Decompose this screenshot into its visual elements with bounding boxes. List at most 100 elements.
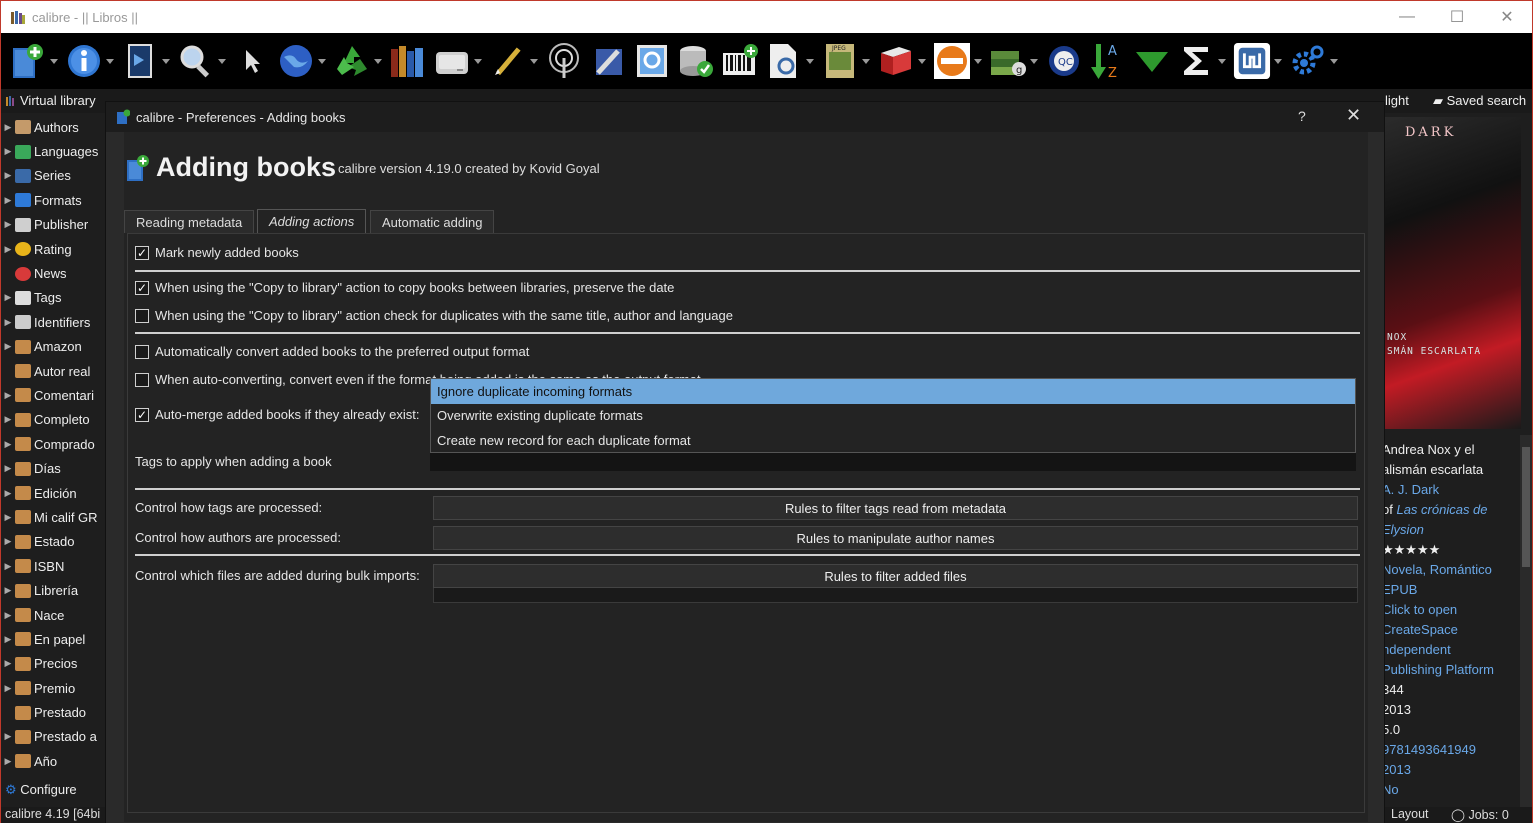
book-detail-line[interactable]: A. J. Dark <box>1385 481 1439 499</box>
preserve-date-option[interactable]: ✓ When using the "Copy to library" actio… <box>135 280 674 295</box>
connect-button[interactable] <box>1233 36 1283 86</box>
epub-menu-arrow[interactable] <box>861 56 871 66</box>
book-detail-line[interactable]: Elysion <box>1385 521 1424 539</box>
expand-arrow-icon[interactable]: ▶ <box>1 561 15 572</box>
book-detail-line[interactable]: 9781493641949 <box>1385 741 1476 759</box>
tag-browser-item[interactable]: ▶ Edición <box>1 481 104 505</box>
expand-arrow-icon[interactable]: ▶ <box>1 244 15 255</box>
tag-browser-item[interactable]: ▶ Prestado a <box>1 725 104 749</box>
auto-convert-checkbox[interactable] <box>135 344 149 359</box>
details-scrollbar[interactable] <box>1520 435 1532 807</box>
epub-button[interactable]: JPEG <box>821 36 871 86</box>
check-duplicates-option[interactable]: When using the "Copy to library" action … <box>135 308 733 323</box>
book-detail-line[interactable]: ndependent <box>1385 641 1451 659</box>
expand-arrow-icon[interactable]: ▶ <box>1 341 15 352</box>
quality-check-button[interactable]: QC <box>1045 36 1083 86</box>
bookshelf-button[interactable] <box>877 36 927 86</box>
tag-browser-item[interactable]: ▶ Comentari <box>1 383 104 407</box>
help-button[interactable]: ? <box>1298 108 1306 124</box>
details-scroll-thumb[interactable] <box>1522 447 1530 567</box>
tag-browser-item[interactable]: ▶ Authors <box>1 115 104 139</box>
tab-adding-actions[interactable]: Adding actions <box>257 209 367 233</box>
choose-library-menu-arrow[interactable] <box>317 56 327 66</box>
rating-menu-arrow[interactable] <box>973 56 983 66</box>
device-button[interactable] <box>433 36 483 86</box>
check-duplicates-checkbox[interactable] <box>135 308 149 323</box>
book-detail-line[interactable]: No <box>1385 781 1399 799</box>
tag-browser-item[interactable]: ▶ Tags <box>1 286 104 310</box>
expand-arrow-icon[interactable]: ▶ <box>1 292 15 303</box>
expand-arrow-icon[interactable]: ▶ <box>1 731 15 742</box>
choose-library-button[interactable] <box>277 36 327 86</box>
filter-tags-rules-button[interactable]: Rules to filter tags read from metadata <box>433 496 1358 520</box>
view-menu-arrow[interactable] <box>217 56 227 66</box>
sort-button[interactable]: AZ <box>1089 36 1127 86</box>
tag-browser-item[interactable]: ▶ Languages <box>1 139 104 163</box>
settings-menu-arrow[interactable] <box>1329 56 1339 66</box>
search-docs-button[interactable] <box>765 36 815 86</box>
highlight-toggle[interactable]: light <box>1385 93 1409 108</box>
settings-button[interactable] <box>1289 36 1339 86</box>
barcode-button[interactable] <box>721 36 759 86</box>
layout-button[interactable]: Layout <box>1391 807 1429 821</box>
expand-arrow-icon[interactable]: ▶ <box>1 390 15 401</box>
sum-button[interactable] <box>1177 36 1227 86</box>
rating-button[interactable] <box>933 36 983 86</box>
maximize-button[interactable]: ☐ <box>1432 1 1482 33</box>
expand-arrow-icon[interactable]: ▶ <box>1 122 15 133</box>
tab-reading-metadata[interactable]: Reading metadata <box>124 210 255 233</box>
add-books-button[interactable] <box>9 36 59 86</box>
auto-merge-dropdown[interactable]: Ignore duplicate incoming formats Overwr… <box>430 378 1356 453</box>
tag-browser-item[interactable]: ▶ Publisher <box>1 213 104 237</box>
tag-browser-item[interactable]: ▶ Rating <box>1 237 104 261</box>
expand-arrow-icon[interactable]: ▶ <box>1 512 15 523</box>
close-window-button[interactable]: ✕ <box>1482 1 1532 33</box>
expand-arrow-icon[interactable]: ▶ <box>1 610 15 621</box>
dialog-close-button[interactable]: ✕ <box>1346 105 1361 126</box>
edit-book-button[interactable] <box>489 36 539 86</box>
add-books-menu-arrow[interactable] <box>49 56 59 66</box>
virtual-library-button[interactable]: Virtual library <box>5 93 96 108</box>
goodreads-button[interactable]: g <box>989 36 1039 86</box>
expand-arrow-icon[interactable]: ▶ <box>1 170 15 181</box>
expand-arrow-icon[interactable]: ▶ <box>1 439 15 450</box>
tag-browser-item[interactable]: ▶ Nace <box>1 603 104 627</box>
tag-browser-item[interactable]: ▶ Completo <box>1 408 104 432</box>
dropdown-option[interactable]: Create new record for each duplicate for… <box>431 428 1355 453</box>
expand-arrow-icon[interactable]: ▶ <box>1 683 15 694</box>
minimize-button[interactable]: — <box>1382 1 1432 33</box>
author-names-rules-button[interactable]: Rules to manipulate author names <box>433 526 1358 550</box>
book-detail-line[interactable]: Novela, Romántico <box>1385 561 1492 579</box>
expand-arrow-icon[interactable]: ▶ <box>1 634 15 645</box>
preserve-date-checkbox[interactable]: ✓ <box>135 280 149 295</box>
tab-automatic-adding[interactable]: Automatic adding <box>370 210 495 233</box>
connect-menu-arrow[interactable] <box>1273 56 1283 66</box>
convert-menu-arrow[interactable] <box>161 56 171 66</box>
library-button[interactable] <box>389 36 427 86</box>
tag-browser-item[interactable]: ▶ ISBN <box>1 554 104 578</box>
search-books-button[interactable] <box>633 36 671 86</box>
tag-browser-item[interactable]: ▶ Formats <box>1 188 104 212</box>
auto-convert-option[interactable]: Automatically convert added books to the… <box>135 344 529 359</box>
edit-metadata-button[interactable] <box>65 36 115 86</box>
book-cover[interactable]: DARK NOX SMÁN ESCARLATA <box>1385 117 1521 429</box>
dropdown-option[interactable]: Overwrite existing duplicate formats <box>431 404 1355 429</box>
tag-browser-item[interactable]: News <box>1 261 104 285</box>
tag-browser-item[interactable]: ▶ Días <box>1 456 104 480</box>
book-detail-line[interactable]: Publishing Platform <box>1385 661 1494 679</box>
book-detail-line[interactable]: Click to open <box>1385 601 1457 619</box>
book-detail-line[interactable]: of Las crónicas de <box>1385 501 1488 519</box>
filter-files-rules-button[interactable]: Rules to filter added files <box>433 564 1358 588</box>
book-detail-line[interactable]: 2013 <box>1385 761 1411 779</box>
remove-books-menu-arrow[interactable] <box>373 56 383 66</box>
tag-browser-item[interactable]: ▶ Estado <box>1 530 104 554</box>
expand-arrow-icon[interactable]: ▶ <box>1 146 15 157</box>
book-detail-line[interactable]: EPUB <box>1385 581 1417 599</box>
tag-browser-item[interactable]: Autor real <box>1 359 104 383</box>
tag-browser-item[interactable]: ▶ Series <box>1 164 104 188</box>
edit-metadata-menu-arrow[interactable] <box>105 56 115 66</box>
expand-arrow-icon[interactable]: ▶ <box>1 463 15 474</box>
expand-arrow-icon[interactable]: ▶ <box>1 195 15 206</box>
select-button[interactable] <box>233 36 271 86</box>
tag-browser-item[interactable]: ▶ Librería <box>1 578 104 602</box>
